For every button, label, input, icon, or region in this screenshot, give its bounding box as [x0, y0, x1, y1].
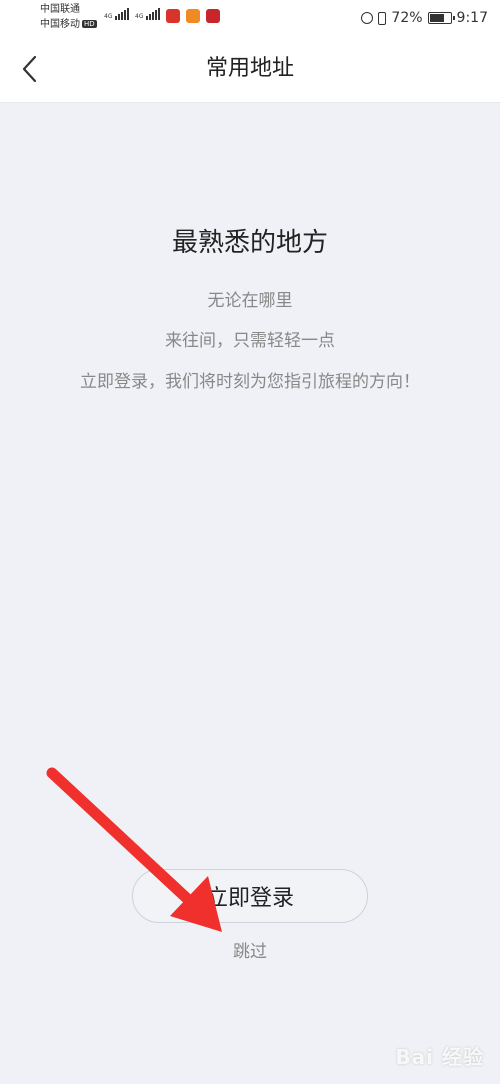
clock: 9:17 [456, 10, 488, 26]
battery-fill [429, 14, 444, 22]
alarm-icon [361, 12, 374, 24]
signal-icon-2: 4G [135, 8, 161, 20]
carrier-label-2: 中国移动 HD [40, 19, 97, 31]
description-line-1: 无论在哪里 [207, 291, 293, 311]
carrier-label-2-text: 中国移动 [40, 19, 80, 30]
network-label-2: 4G [135, 13, 144, 20]
headline: 最熟悉的地方 [171, 228, 328, 258]
notification-app-icon-3 [206, 9, 220, 23]
vibrate-icon [378, 11, 387, 25]
notification-app-icon-2 [186, 9, 200, 23]
battery-icon [427, 12, 455, 24]
nav-bar: 常用地址 [0, 36, 500, 103]
description-line-3: 立即登录，我们将时刻为您指引旅程的方向！ [80, 372, 420, 392]
battery-percentage: 72% [391, 10, 423, 26]
skip-link[interactable]: 跳过 [0, 941, 500, 963]
watermark-logo: Bai 经验 [395, 1045, 484, 1069]
page-title: 常用地址 [205, 56, 294, 81]
status-bar: 中国联通 中国移动 HD 4G 4G 72% 9:17 [0, 0, 500, 36]
description-line-2: 来往间，只需轻轻一点 [165, 331, 335, 351]
carrier-label-1: 中国联通 [40, 4, 80, 15]
signal-icon-1: 4G [104, 8, 130, 20]
hd-badge: HD [82, 20, 97, 28]
login-button[interactable]: 立即登录 [132, 869, 368, 923]
notification-app-icon-1 [166, 9, 180, 23]
network-label-1: 4G [104, 13, 113, 20]
status-right: 72% 9:17 [356, 8, 488, 28]
